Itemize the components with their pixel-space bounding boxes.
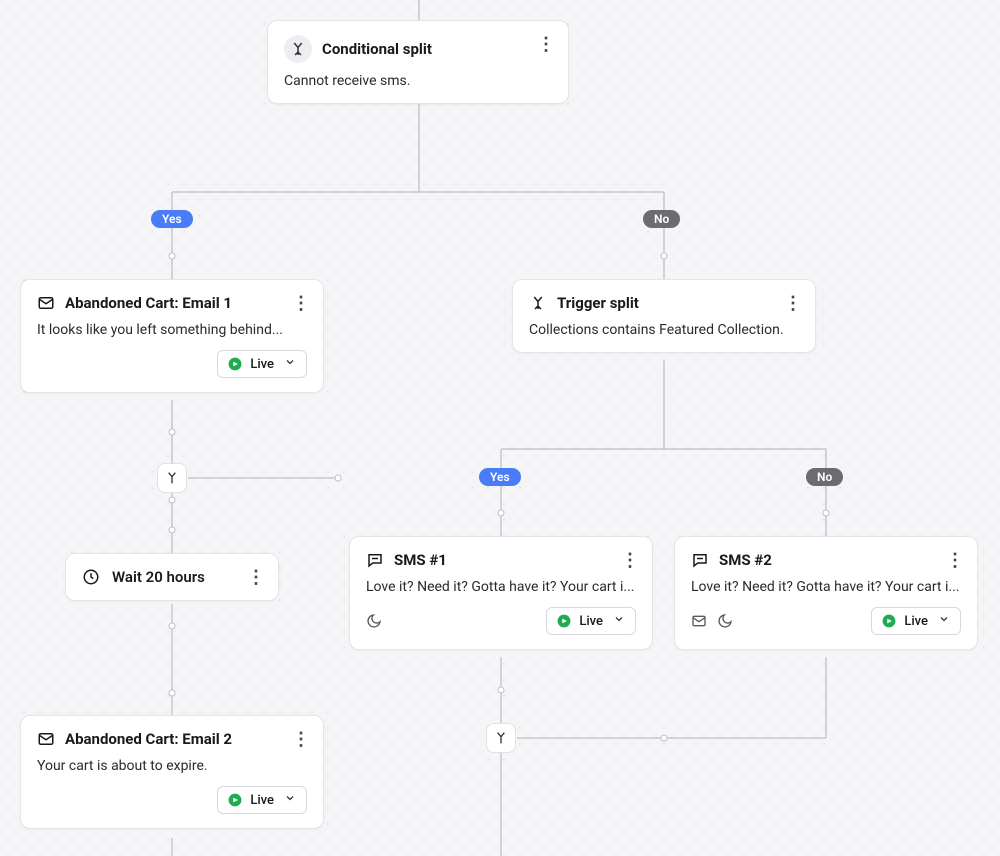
node-trigger-split[interactable]: Trigger split Collections contains Featu… xyxy=(512,279,816,353)
split-icon xyxy=(284,35,312,63)
email-icon xyxy=(691,613,707,629)
conn-dot xyxy=(169,690,176,697)
path-badge-yes: Yes xyxy=(151,210,193,228)
more-menu-button[interactable] xyxy=(291,293,311,313)
path-badge-no: No xyxy=(643,210,680,228)
status-live-icon xyxy=(557,614,571,628)
conn-dot xyxy=(169,429,176,436)
status-live-icon xyxy=(882,614,896,628)
card-title: Trigger split xyxy=(557,294,639,312)
quiet-hours-icon xyxy=(366,613,382,629)
path-badge-yes: Yes xyxy=(479,468,521,486)
wait-label: Wait 20 hours xyxy=(112,568,205,586)
sms-icon xyxy=(691,551,709,569)
more-menu-button[interactable] xyxy=(246,567,266,587)
more-menu-button[interactable] xyxy=(291,729,311,749)
conn-dot xyxy=(169,497,176,504)
status-label: Live xyxy=(579,614,603,629)
more-menu-button[interactable] xyxy=(945,550,965,570)
merge-node[interactable] xyxy=(486,723,516,753)
conn-dot xyxy=(498,687,505,694)
conn-dot xyxy=(823,510,830,517)
chevron-down-icon xyxy=(938,613,950,629)
status-live-icon xyxy=(228,793,242,807)
clock-icon xyxy=(82,568,100,586)
chevron-down-icon xyxy=(284,792,296,808)
conn-dot xyxy=(661,253,668,260)
split-icon xyxy=(529,294,547,312)
node-sms-1[interactable]: SMS #1 Love it? Need it? Gotta have it? … xyxy=(349,536,653,650)
card-description: Your cart is about to expire. xyxy=(37,758,307,774)
chevron-down-icon xyxy=(284,356,296,372)
conn-dot xyxy=(169,253,176,260)
email-icon xyxy=(37,294,55,312)
card-description: It looks like you left something behind.… xyxy=(37,322,307,338)
card-title: Abandoned Cart: Email 2 xyxy=(65,730,232,748)
status-select[interactable]: Live xyxy=(217,350,307,378)
card-description: Cannot receive sms. xyxy=(284,73,552,89)
more-menu-button[interactable] xyxy=(620,550,640,570)
chevron-down-icon xyxy=(613,613,625,629)
email-icon xyxy=(37,730,55,748)
status-label: Live xyxy=(250,357,274,372)
card-description: Love it? Need it? Gotta have it? Your ca… xyxy=(691,579,961,595)
status-select[interactable]: Live xyxy=(871,607,961,635)
conn-dot xyxy=(498,510,505,517)
card-title: SMS #2 xyxy=(719,551,772,569)
conn-dot xyxy=(661,735,668,742)
merge-node[interactable] xyxy=(157,463,187,493)
card-title: Conditional split xyxy=(322,40,432,58)
sms-icon xyxy=(366,551,384,569)
more-menu-button[interactable] xyxy=(783,293,803,313)
node-conditional-split[interactable]: Conditional split Cannot receive sms. xyxy=(267,20,569,104)
conn-dot xyxy=(169,527,176,534)
status-label: Live xyxy=(250,793,274,808)
conn-dot xyxy=(335,475,342,482)
node-email-2[interactable]: Abandoned Cart: Email 2 Your cart is abo… xyxy=(20,715,324,829)
path-badge-no: No xyxy=(806,468,843,486)
card-description: Love it? Need it? Gotta have it? Your ca… xyxy=(366,579,636,595)
status-select[interactable]: Live xyxy=(217,786,307,814)
conn-dot xyxy=(169,623,176,630)
card-title: Abandoned Cart: Email 1 xyxy=(65,294,232,312)
node-email-1[interactable]: Abandoned Cart: Email 1 It looks like yo… xyxy=(20,279,324,393)
status-select[interactable]: Live xyxy=(546,607,636,635)
quiet-hours-icon xyxy=(717,613,733,629)
node-sms-2[interactable]: SMS #2 Love it? Need it? Gotta have it? … xyxy=(674,536,978,650)
node-wait[interactable]: Wait 20 hours xyxy=(65,553,279,601)
card-description: Collections contains Featured Collection… xyxy=(529,322,799,338)
more-menu-button[interactable] xyxy=(536,34,556,54)
status-live-icon xyxy=(228,357,242,371)
card-title: SMS #1 xyxy=(394,551,447,569)
status-label: Live xyxy=(904,614,928,629)
